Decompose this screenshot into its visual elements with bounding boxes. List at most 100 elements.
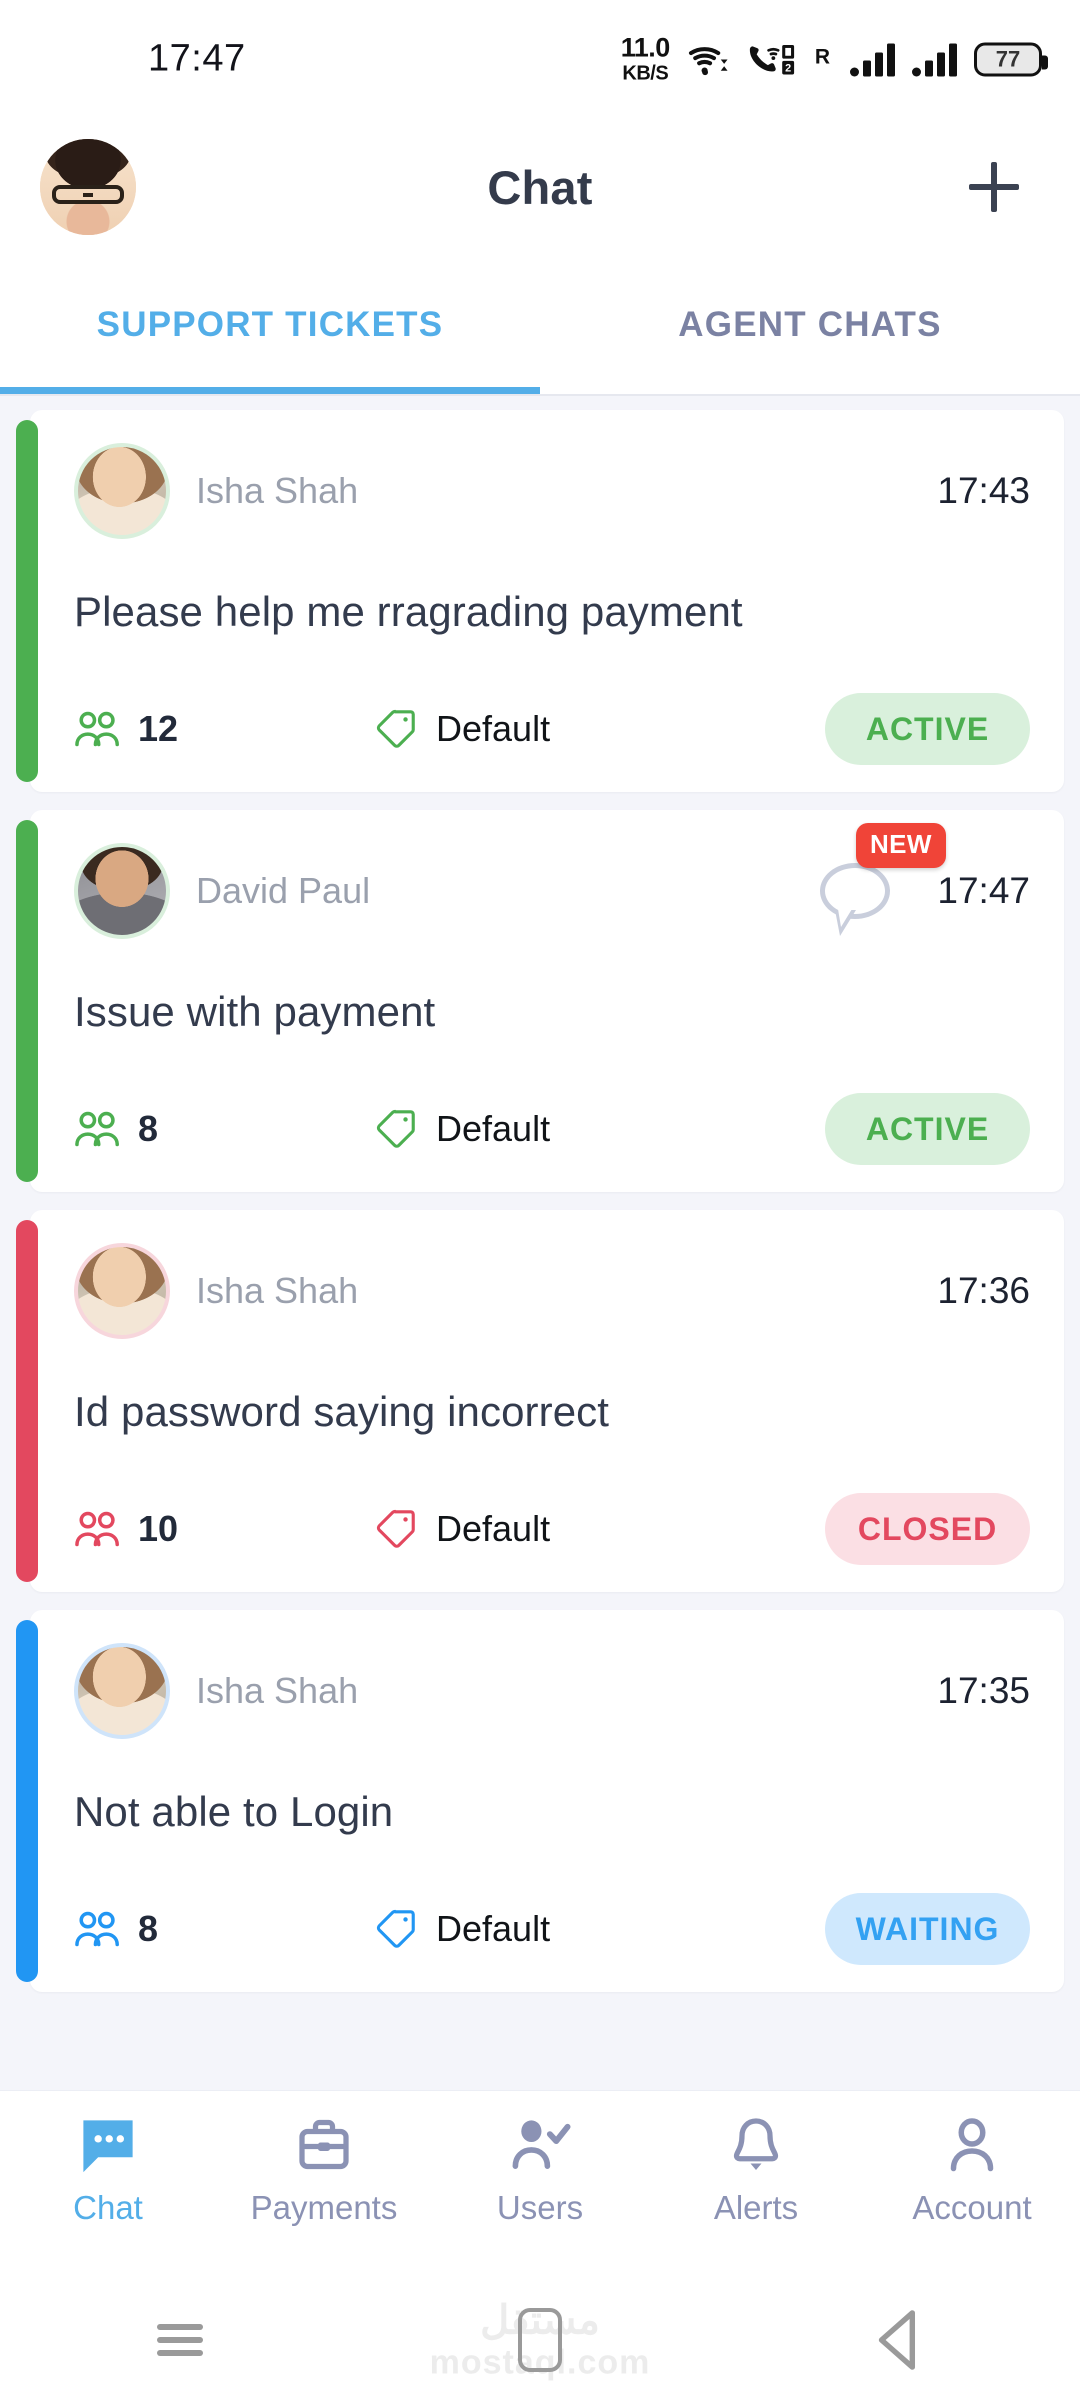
chat-bubble-icon xyxy=(76,2115,140,2175)
network-speed-indicator: 11.0 KB/S xyxy=(620,32,671,85)
ticket-header: David Paul NEW 17:47 xyxy=(74,823,1030,946)
nav-item-alerts[interactable]: Alerts xyxy=(648,2115,864,2227)
person-icon xyxy=(943,2115,1001,2175)
ticket-avatar xyxy=(74,1243,170,1339)
ticket-title: Not able to Login xyxy=(74,1788,394,1835)
page-title: Chat xyxy=(487,160,593,214)
ticket-title: Issue with payment xyxy=(74,988,436,1035)
roaming-indicator: R xyxy=(814,45,830,68)
status-badge: ACTIVE xyxy=(825,693,1030,765)
people-icon xyxy=(74,1110,122,1148)
nav-label-chat: Chat xyxy=(73,2189,143,2226)
network-speed-unit: KB/S xyxy=(622,62,669,85)
ticket-card[interactable]: Isha Shah 17:43 Please help me rragradin… xyxy=(16,410,1064,792)
ticket-time: 17:35 xyxy=(937,1670,1030,1711)
ticket-status-stripe xyxy=(16,1620,38,1982)
ticket-members: 8 xyxy=(74,1908,374,1950)
member-count: 10 xyxy=(138,1508,179,1549)
network-speed-value: 11.0 xyxy=(620,32,671,63)
ticket-time: 17:43 xyxy=(937,470,1030,511)
ticket-header: Isha Shah 17:43 xyxy=(74,436,1030,546)
ticket-header: Isha Shah 17:35 xyxy=(74,1636,1030,1746)
tab-active-indicator xyxy=(0,387,540,394)
nav-label-alerts: Alerts xyxy=(713,2189,799,2226)
people-icon xyxy=(74,1910,122,1948)
nav-label-payments: Payments xyxy=(250,2189,398,2226)
tab-support-tickets[interactable]: SUPPORT TICKETS xyxy=(0,256,540,394)
tab-bar: SUPPORT TICKETS AGENT CHATS xyxy=(0,256,1080,396)
status-badge: CLOSED xyxy=(825,1493,1030,1565)
member-count: 8 xyxy=(138,1908,159,1949)
people-icon xyxy=(74,710,122,748)
ticket-meta: 8 Default ACTIVE xyxy=(74,1092,1030,1166)
system-navigation-bar: مستقل mostaql.com xyxy=(0,2280,1080,2400)
tag-icon xyxy=(374,1107,418,1151)
bell-icon xyxy=(727,2115,785,2175)
user-check-icon xyxy=(508,2115,572,2175)
ticket-status-stripe xyxy=(16,420,38,782)
ticket-meta: 8 Default WAITING xyxy=(74,1892,1030,1966)
ticket-title: Id password saying incorrect xyxy=(74,1388,610,1435)
ticket-members: 10 xyxy=(74,1508,374,1550)
ticket-time: 17:36 xyxy=(937,1270,1030,1311)
tag-label: Default xyxy=(436,708,551,749)
tag-label: Default xyxy=(436,1508,551,1549)
tag-icon xyxy=(374,707,418,751)
phone-screen: 17:47 11.0 KB/S 2 R 77 Chat SUPPORT TICK… xyxy=(0,0,1080,2400)
ticket-status-stripe xyxy=(16,1220,38,1582)
wifi-calling-icon: 2 xyxy=(746,42,798,76)
status-clock: 17:47 xyxy=(148,37,246,80)
ticket-header: Isha Shah 17:36 xyxy=(74,1236,1030,1346)
tag-label: Default xyxy=(436,1908,551,1949)
ticket-tag: Default xyxy=(374,1107,550,1151)
ticket-tag: Default xyxy=(374,1907,550,1951)
nav-item-chat[interactable]: Chat xyxy=(0,2115,216,2227)
tab-agent-chats[interactable]: AGENT CHATS xyxy=(540,256,1080,394)
ticket-meta: 12 Default ACTIVE xyxy=(74,692,1030,766)
unread-indicator: NEW xyxy=(818,823,946,936)
ticket-user-name: Isha Shah xyxy=(196,1670,359,1711)
ticket-user-name: Isha Shah xyxy=(196,1270,359,1311)
status-icons: 11.0 KB/S 2 R 77 xyxy=(620,32,1048,85)
home-button[interactable] xyxy=(480,2308,600,2372)
ticket-card[interactable]: Isha Shah 17:36 Id password saying incor… xyxy=(16,1210,1064,1592)
ticket-members: 12 xyxy=(74,708,374,750)
tag-label: Default xyxy=(436,1108,551,1149)
ticket-avatar xyxy=(74,443,170,539)
nav-item-payments[interactable]: Payments xyxy=(216,2115,432,2227)
signal-bars-sim2-icon xyxy=(912,42,957,76)
tag-icon xyxy=(374,1507,418,1551)
new-badge: NEW xyxy=(856,823,946,868)
nav-label-account: Account xyxy=(912,2189,1032,2226)
briefcase-icon xyxy=(294,2115,354,2175)
back-button[interactable] xyxy=(840,2308,960,2372)
ticket-title: Please help me rragrading payment xyxy=(74,588,743,635)
chat-bubble-icon xyxy=(820,863,890,936)
ticket-time: 17:47 xyxy=(937,870,1030,911)
svg-text:2: 2 xyxy=(785,62,791,74)
ticket-tag: Default xyxy=(374,1507,550,1551)
ticket-card[interactable]: Isha Shah 17:35 Not able to Login 8 Defa… xyxy=(16,1610,1064,1992)
status-badge: ACTIVE xyxy=(825,1093,1030,1165)
ticket-user-name: David Paul xyxy=(196,870,371,911)
wifi-icon xyxy=(687,42,729,76)
add-chat-button[interactable] xyxy=(956,149,1032,225)
ticket-card[interactable]: David Paul NEW 17:47 Issue with payment … xyxy=(16,810,1064,1192)
member-count: 12 xyxy=(138,708,179,749)
member-count: 8 xyxy=(138,1108,159,1149)
nav-item-account[interactable]: Account xyxy=(864,2115,1080,2227)
ticket-user-name: Isha Shah xyxy=(196,470,359,511)
ticket-avatar xyxy=(74,843,170,939)
battery-percent: 77 xyxy=(995,46,1021,71)
ticket-members: 8 xyxy=(74,1108,374,1150)
status-badge: WAITING xyxy=(825,1893,1030,1965)
tag-icon xyxy=(374,1907,418,1951)
ticket-list[interactable]: Isha Shah 17:43 Please help me rragradin… xyxy=(0,396,1080,2090)
ticket-tag: Default xyxy=(374,707,550,751)
recents-button[interactable] xyxy=(120,2317,240,2363)
people-icon xyxy=(74,1510,122,1548)
battery-icon: 77 xyxy=(974,42,1048,76)
ticket-avatar xyxy=(74,1643,170,1739)
nav-item-users[interactable]: Users xyxy=(432,2115,648,2227)
app-header: Chat xyxy=(0,118,1080,256)
